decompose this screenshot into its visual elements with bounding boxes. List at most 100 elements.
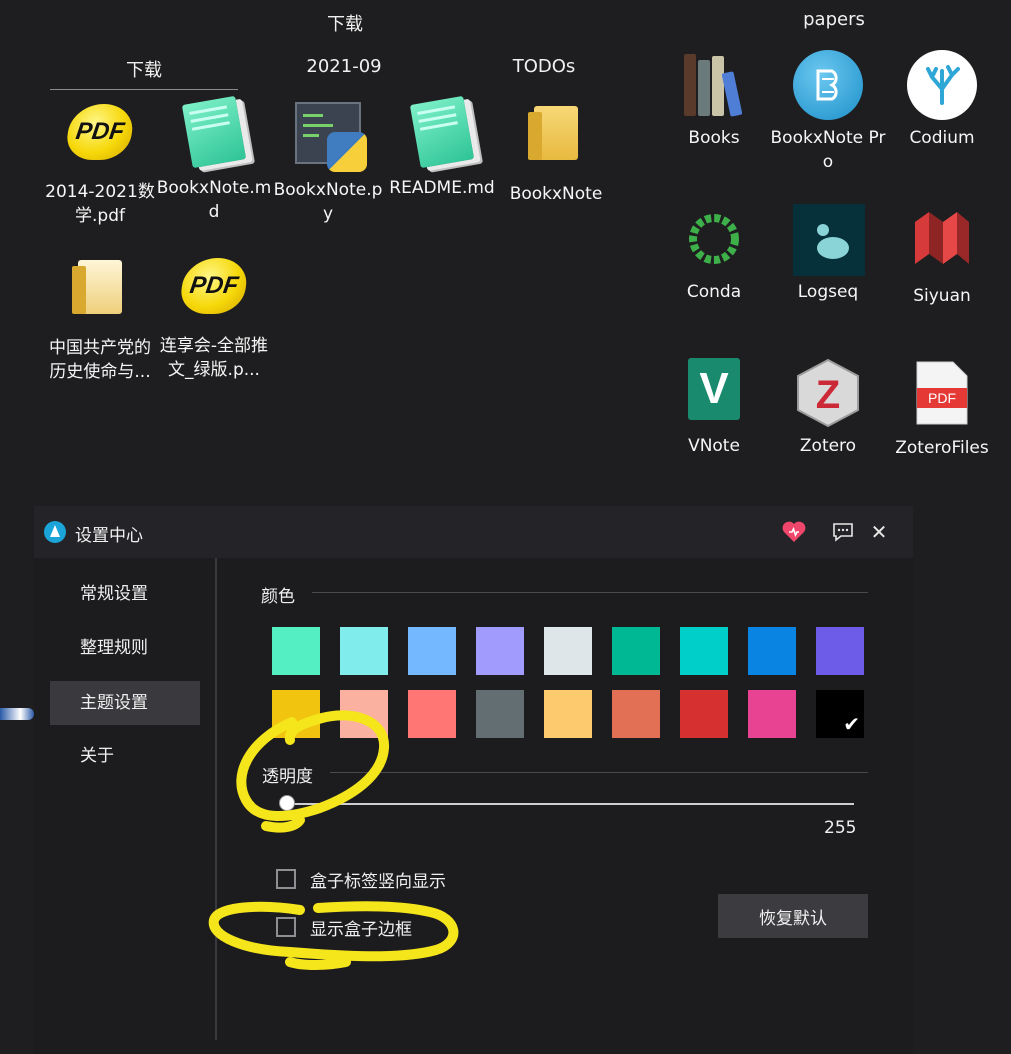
reset-default-button[interactable]: 恢复默认 [718,894,868,938]
color-swatch[interactable] [680,627,728,675]
checkbox-box[interactable] [276,917,296,937]
subfolder-tab-underline [50,89,238,90]
desktop-app-label: Siyuan [913,286,971,306]
subfolder-tab-2021-09[interactable]: 2021-09 [284,56,404,77]
desktop-folder-bookxnote[interactable]: BookxNote [498,98,614,206]
color-swatch[interactable] [612,690,660,738]
settings-window: 设置中心 ✕ 常规设置 整理规则 主题设置 关于 颜色 ✔ 透明度 255 盒子… [34,506,913,1054]
color-swatch[interactable] [476,690,524,738]
color-swatch[interactable] [340,627,388,675]
heart-icon[interactable] [781,519,807,545]
desktop-app-label: BookxNote Pro [770,128,886,172]
color-swatch[interactable] [408,690,456,738]
desktop-background-fragment [0,708,34,720]
desktop-file-label: BookxNote [509,184,603,204]
color-swatch[interactable] [748,627,796,675]
color-swatch[interactable] [272,627,320,675]
desktop-app-zotero[interactable]: Z Zotero [770,358,886,458]
checkbox-label: 显示盒子边框 [310,919,412,940]
chat-icon[interactable] [830,519,856,545]
desktop-group-title-downloads: 下载 [327,14,363,35]
pdf-file-icon: PDF [907,360,977,430]
checkbox-label: 盒子标签竖向显示 [310,871,446,892]
color-swatch[interactable] [544,690,592,738]
siyuan-icon [907,208,977,278]
show-border-checkbox[interactable]: 显示盒子边框 [276,914,412,940]
zotero-icon: Z [793,358,863,428]
opacity-section-divider [330,772,868,773]
svg-text:Z: Z [816,373,840,417]
calibre-books-icon [679,50,749,120]
desktop-app-zoterofiles[interactable]: PDF ZoteroFiles [884,358,1000,460]
color-swatch[interactable]: ✔ [816,690,864,738]
sidebar-divider [215,558,217,1040]
vnote-icon: V [679,358,749,428]
close-icon[interactable]: ✕ [866,519,892,545]
desktop-app-bookxnote-pro[interactable]: BookxNote Pro [770,50,886,174]
conda-icon [679,204,749,274]
window-title: 设置中心 [75,526,143,546]
desktop-file-lianxianghui-pdf[interactable]: PDF 连享会-全部推文_绿版.p... [156,252,272,382]
markdown-icon [407,95,477,170]
sidebar-item-general[interactable]: 常规设置 [50,572,200,616]
opacity-section-label: 透明度 [262,767,313,787]
app-logo-icon [44,521,66,543]
svg-text:PDF: PDF [928,390,956,406]
checkbox-box[interactable] [276,869,296,889]
desktop-folder-history[interactable]: 中国共产党的历史使命与... [42,252,158,384]
desktop-app-label: Logseq [797,282,859,302]
color-swatch[interactable] [340,690,388,738]
desktop-app-vnote[interactable]: V VNote [656,358,772,458]
markdown-icon [179,95,249,170]
codium-icon [907,50,977,120]
desktop-app-books[interactable]: Books [656,50,772,150]
desktop-app-logseq[interactable]: Logseq [770,204,886,304]
subfolder-tab-todos[interactable]: TODOs [494,56,594,77]
color-section-label: 颜色 [261,587,295,607]
desktop-app-label: VNote [688,436,740,456]
desktop-app-label: Conda [686,282,742,302]
settings-sidebar: 常规设置 整理规则 主题设置 关于 [34,558,215,1054]
desktop-app-label: ZoteroFiles [895,438,989,458]
sidebar-item-theme[interactable]: 主题设置 [50,681,200,725]
desktop-file-label: BookxNote.py [273,180,383,224]
desktop-app-conda[interactable]: Conda [656,204,772,304]
desktop-app-codium[interactable]: Codium [884,50,1000,150]
color-swatch[interactable] [544,627,592,675]
sidebar-item-rules[interactable]: 整理规则 [50,626,200,670]
desktop-file-bookxnote-py[interactable]: BookxNote.py [270,98,386,226]
pdf-icon: PDF [178,258,250,328]
desktop-group-title-papers: papers [803,9,865,30]
desktop-app-label: Books [688,128,740,148]
color-swatch[interactable] [476,627,524,675]
desktop-file-readme-md[interactable]: README.md [384,95,500,200]
sidebar-item-about[interactable]: 关于 [50,734,200,778]
color-swatch[interactable] [680,690,728,738]
selected-check-icon: ✔ [843,712,860,736]
opacity-slider-track[interactable] [288,803,854,805]
window-titlebar[interactable]: 设置中心 ✕ [34,506,913,558]
desktop-file-bookxnote-md[interactable]: BookxNote.md [156,95,272,224]
desktop-file-math-pdf[interactable]: PDF 2014-2021数学.pdf [42,98,158,228]
color-swatch[interactable] [816,627,864,675]
desktop-app-siyuan[interactable]: Siyuan [884,204,1000,308]
opacity-slider-thumb[interactable] [280,796,294,810]
bookxnote-icon [793,50,863,120]
color-swatch[interactable] [272,690,320,738]
opacity-value: 255 [824,818,857,838]
logseq-icon [793,204,865,276]
folder-icon [521,106,591,176]
desktop-file-label: 中国共产党的历史使命与... [49,338,151,382]
vertical-label-checkbox[interactable]: 盒子标签竖向显示 [276,866,446,892]
subfolder-tab-downloads[interactable]: 下载 [94,56,194,82]
color-swatch[interactable] [612,627,660,675]
color-section-divider [312,592,868,593]
python-file-icon [293,102,367,172]
color-swatch[interactable] [408,627,456,675]
desktop-file-label: 2014-2021数学.pdf [45,182,155,226]
desktop-file-label: README.md [389,178,495,198]
desktop-file-label: BookxNote.md [156,178,272,222]
desktop-app-label: Codium [909,128,975,148]
color-swatch[interactable] [748,690,796,738]
desktop-file-label: 连享会-全部推文_绿版.p... [159,336,269,380]
